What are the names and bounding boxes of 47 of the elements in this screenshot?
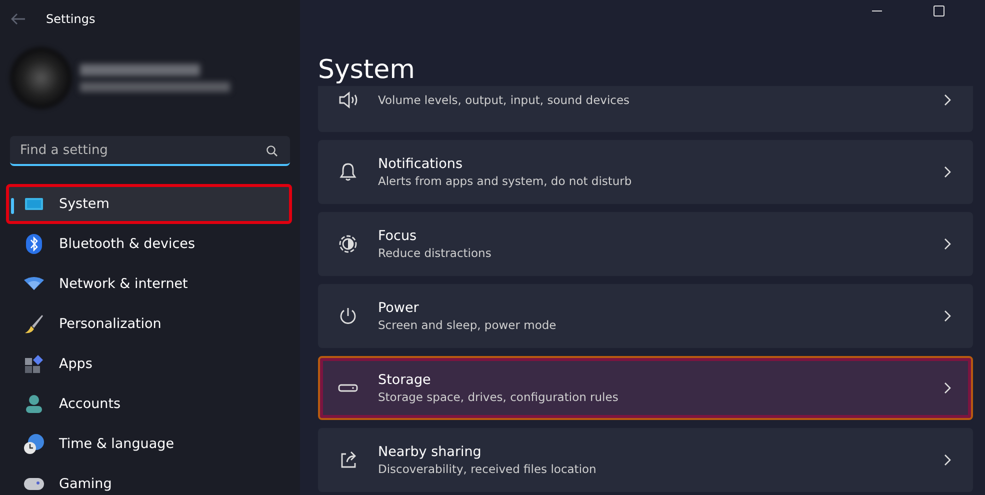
window-title: Settings xyxy=(46,12,96,26)
nav-item[interactable]: Network & internet xyxy=(6,264,292,304)
nav-item[interactable]: Time & language xyxy=(6,424,292,464)
power-icon xyxy=(338,306,358,326)
back-arrow-icon[interactable] xyxy=(10,13,26,25)
card-title: Focus xyxy=(378,228,418,244)
settings-card[interactable]: Focus Reduce distractions xyxy=(318,212,973,276)
paintbrush-icon xyxy=(23,314,45,334)
card-description: Alerts from apps and system, do not disturb xyxy=(378,174,633,188)
card-title: Notifications xyxy=(378,156,464,172)
globe-clock-icon xyxy=(23,433,45,455)
settings-card[interactable]: Storage Storage space, drives, configuration rules xyxy=(318,356,973,420)
focus-icon xyxy=(338,234,358,254)
chevron-right-icon xyxy=(943,310,951,322)
wifi-icon xyxy=(23,277,45,291)
apps-icon xyxy=(23,354,45,374)
card-description: Volume levels, output, input, sound devices xyxy=(378,93,631,107)
chevron-right-icon xyxy=(943,238,951,250)
search-field[interactable]: Find a setting xyxy=(10,136,290,166)
settings-card[interactable]: Power Screen and sleep, power mode xyxy=(318,284,973,348)
nav-item[interactable]: System xyxy=(6,184,292,224)
card-description: Discoverability, received files location xyxy=(378,462,598,476)
monitor-icon xyxy=(23,196,45,212)
chevron-right-icon xyxy=(943,94,951,106)
nav-item[interactable]: Personalization xyxy=(6,304,292,344)
settings-card[interactable]: Nearby sharing Discoverability, received files location xyxy=(318,428,973,492)
person-icon xyxy=(23,394,45,414)
maximize-icon[interactable] xyxy=(933,5,945,17)
nav-item[interactable]: Bluetooth & devices xyxy=(6,224,292,264)
card-title: Nearby sharing xyxy=(378,444,482,460)
nav-item[interactable]: Gaming xyxy=(6,464,292,495)
settings-card[interactable]: Notifications Alerts from apps and system, do not disturb xyxy=(318,140,973,204)
bell-icon xyxy=(338,162,358,182)
card-title: Storage xyxy=(378,372,432,388)
nav-item[interactable]: Accounts xyxy=(6,384,292,424)
bluetooth-icon xyxy=(23,234,45,254)
card-description: Screen and sleep, power mode xyxy=(378,318,558,332)
chevron-right-icon xyxy=(943,166,951,178)
chevron-right-icon xyxy=(943,454,951,466)
card-title: Power xyxy=(378,300,420,316)
settings-card[interactable]: Volume levels, output, input, sound devices xyxy=(318,86,973,132)
speaker-icon xyxy=(338,90,358,110)
chevron-right-icon xyxy=(943,382,951,394)
card-description: Reduce distractions xyxy=(378,246,492,260)
nav-item[interactable]: Apps xyxy=(6,344,292,384)
search-icon[interactable] xyxy=(266,145,278,157)
card-description: Storage space, drives, configuration rules xyxy=(378,390,620,404)
